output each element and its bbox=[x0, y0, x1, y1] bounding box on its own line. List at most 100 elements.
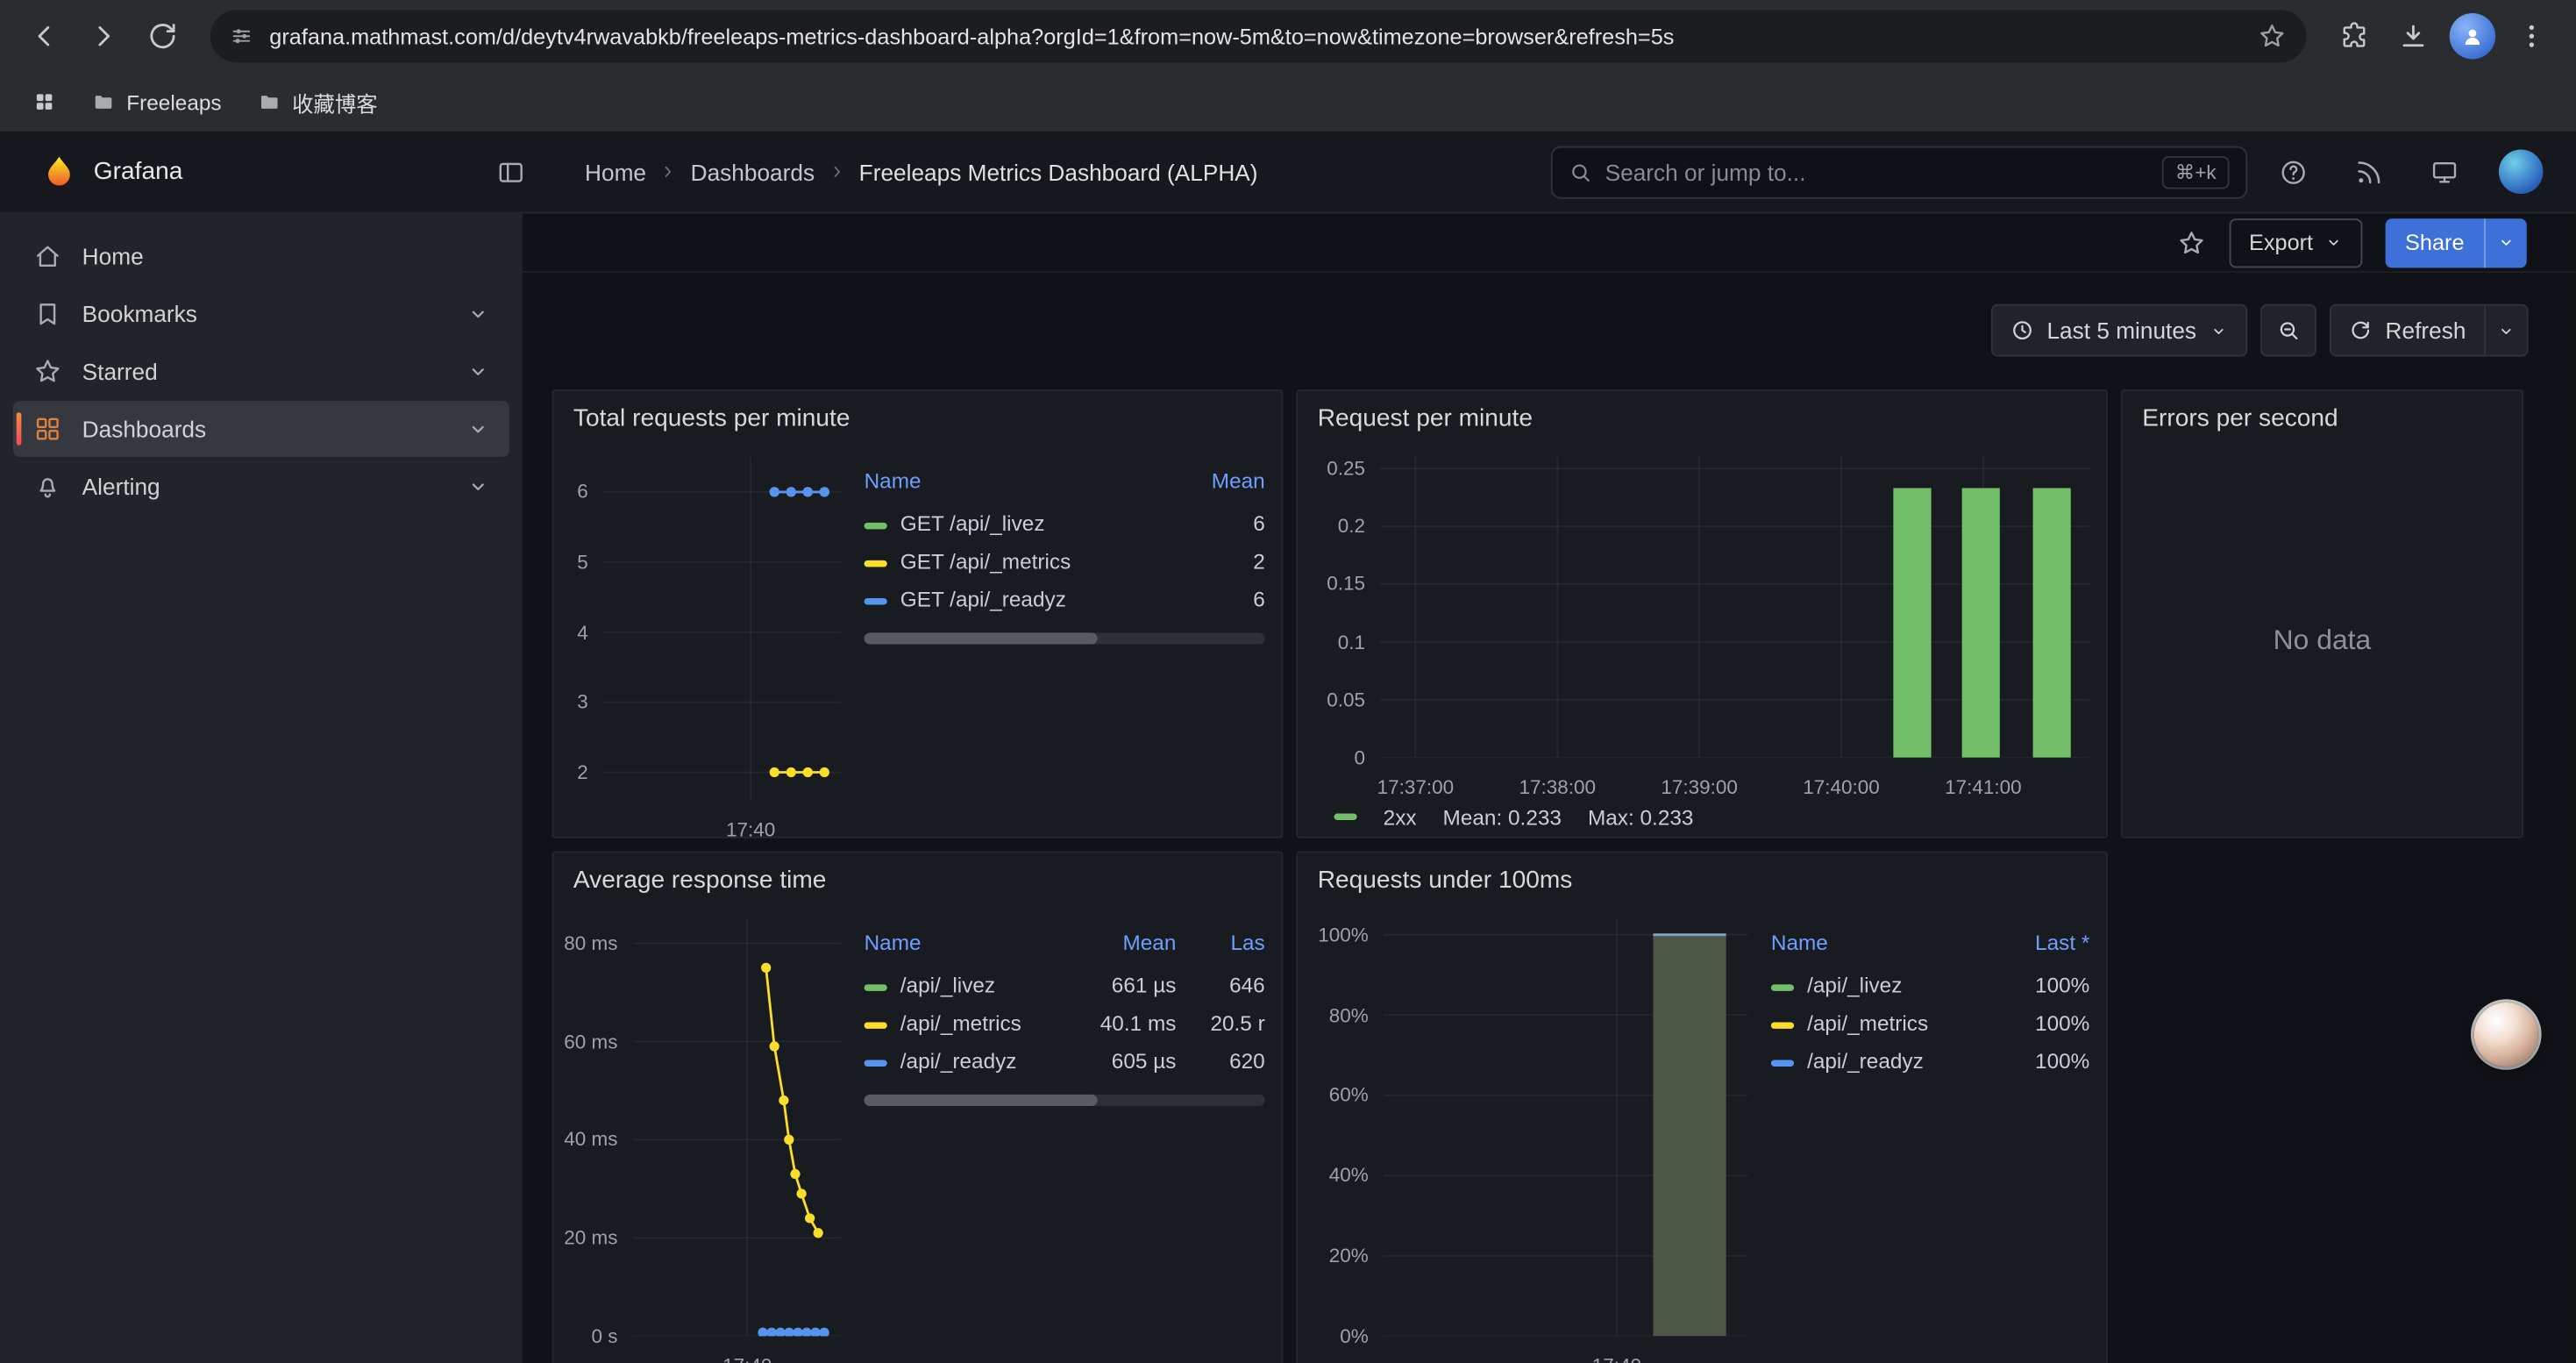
legend-row[interactable]: /api/_readyz100% bbox=[1771, 1042, 2089, 1080]
export-button[interactable]: Export bbox=[2229, 218, 2362, 267]
site-settings-icon[interactable] bbox=[230, 25, 253, 47]
export-label: Export bbox=[2249, 230, 2313, 254]
share-button[interactable]: Share bbox=[2386, 218, 2527, 267]
search-icon bbox=[1569, 161, 1591, 183]
downloads-button[interactable] bbox=[2386, 8, 2442, 64]
search-box[interactable]: ⌘+k bbox=[1551, 146, 2247, 198]
share-label[interactable]: Share bbox=[2386, 218, 2484, 267]
bookmark-folder-blogs[interactable]: 收藏博客 bbox=[245, 80, 391, 125]
grafana-brand: Grafana bbox=[26, 153, 568, 189]
bookmark-folder-freeleaps[interactable]: Freeleaps bbox=[79, 83, 235, 121]
refresh-button[interactable]: Refresh bbox=[2330, 304, 2529, 357]
y-axis-tick-label: 0.1 bbox=[1338, 631, 1365, 653]
browser-menu-button[interactable] bbox=[2504, 8, 2560, 64]
y-axis: 100%80%60%40%20%0% bbox=[1298, 918, 1383, 1344]
panel-title[interactable]: Errors per second bbox=[2123, 391, 2522, 444]
panel-title[interactable]: Requests under 100ms bbox=[1298, 853, 2106, 905]
legend-column-header[interactable]: Name bbox=[865, 463, 1164, 504]
bookmark-label: 收藏博客 bbox=[292, 86, 377, 118]
help-button[interactable] bbox=[2264, 142, 2323, 201]
browser-toolbar: grafana.mathmast.com/d/deytv4rwavabkb/fr… bbox=[0, 0, 2576, 72]
legend-column-header[interactable]: Mean bbox=[1163, 463, 1265, 504]
legend-column-header[interactable]: Las bbox=[1176, 925, 1264, 967]
back-button[interactable] bbox=[17, 8, 73, 64]
share-menu-caret[interactable] bbox=[2484, 218, 2527, 267]
sidebar-item-bookmarks[interactable]: Bookmarks bbox=[13, 286, 509, 342]
plot-area bbox=[1380, 457, 2089, 766]
folder-icon bbox=[258, 90, 281, 113]
browser-window: grafana.mathmast.com/d/deytv4rwavabkb/fr… bbox=[0, 0, 2576, 1363]
legend-row[interactable]: GET /api/_readyz6 bbox=[865, 580, 1265, 617]
profile-button[interactable] bbox=[2444, 8, 2501, 64]
clock-icon bbox=[2010, 318, 2033, 341]
time-controls: Last 5 minutes Refresh bbox=[523, 273, 2576, 388]
zoom-out-time-button[interactable] bbox=[2260, 304, 2316, 357]
grafana-header: Grafana Home Dashboards Freeleaps Metric… bbox=[0, 132, 2576, 214]
refresh-interval-caret[interactable] bbox=[2484, 306, 2527, 355]
legend-mean: Mean: 0.233 bbox=[1443, 804, 1562, 829]
time-range-label: Last 5 minutes bbox=[2046, 318, 2196, 344]
floating-avatar[interactable] bbox=[2474, 1003, 2538, 1067]
x-axis-tick-label: 17:40 bbox=[726, 818, 775, 838]
scrollbar-thumb[interactable] bbox=[865, 1095, 1097, 1106]
legend-scrollbar[interactable] bbox=[865, 632, 1265, 644]
legend-column-header[interactable]: Last * bbox=[1990, 925, 2089, 967]
x-axis-tick-label: 17:40 bbox=[722, 1354, 772, 1363]
panel-title[interactable]: Average response time bbox=[553, 853, 1281, 905]
news-button[interactable] bbox=[2339, 142, 2398, 201]
sidebar-item-home[interactable]: Home bbox=[13, 228, 509, 284]
panel-title[interactable]: Total requests per minute bbox=[553, 391, 1281, 444]
forward-button[interactable] bbox=[75, 8, 132, 64]
reload-button[interactable] bbox=[135, 8, 191, 64]
favorite-dashboard-button[interactable] bbox=[2177, 228, 2207, 258]
legend-row[interactable]: GET /api/_livez6 bbox=[865, 504, 1265, 542]
panel-total-requests-per-minute: Total requests per minute 65432 17:40 Na… bbox=[552, 389, 1284, 838]
user-profile-button[interactable] bbox=[2491, 142, 2550, 201]
legend-table: NameMeanGET /api/_livez6GET /api/_metric… bbox=[865, 463, 1265, 617]
sidebar-item-dashboards[interactable]: Dashboards bbox=[13, 401, 509, 457]
brand-name[interactable]: Grafana bbox=[94, 158, 183, 186]
chevron-down-icon[interactable] bbox=[466, 417, 489, 440]
extensions-button[interactable] bbox=[2326, 8, 2382, 64]
apps-shortcut-button[interactable] bbox=[19, 77, 68, 126]
url-bar[interactable]: grafana.mathmast.com/d/deytv4rwavabkb/fr… bbox=[210, 10, 2307, 62]
time-range-picker[interactable]: Last 5 minutes bbox=[1991, 304, 2247, 357]
nav-sidebar: Home Bookmarks Starred Dashboards Alerti… bbox=[0, 214, 523, 1363]
bookmark-star-icon[interactable] bbox=[2257, 21, 2287, 51]
x-axis-tick-label: 17:37:00 bbox=[1377, 775, 1455, 798]
legend-row[interactable]: /api/_metrics100% bbox=[1771, 1004, 2089, 1042]
legend-scrollbar[interactable] bbox=[865, 1095, 1265, 1106]
breadcrumb-home[interactable]: Home bbox=[585, 159, 646, 185]
legend-table: NameMeanLas/api/_livez661 µs646/api/_met… bbox=[865, 925, 1265, 1080]
legend-column-header[interactable]: Mean bbox=[1061, 925, 1177, 967]
legend-row[interactable]: /api/_readyz605 µs620 bbox=[865, 1042, 1265, 1080]
search-input[interactable] bbox=[1605, 159, 2149, 185]
scrollbar-thumb[interactable] bbox=[865, 632, 1097, 644]
dashboard-toolbar: Export Share bbox=[523, 214, 2576, 273]
sidebar-item-alerting[interactable]: Alerting bbox=[13, 459, 509, 515]
legend-row[interactable]: /api/_livez100% bbox=[1771, 967, 2089, 1004]
legend-row[interactable]: /api/_metrics40.1 ms20.5 r bbox=[865, 1004, 1265, 1042]
panel-title[interactable]: Request per minute bbox=[1298, 391, 2106, 444]
sidebar-item-starred[interactable]: Starred bbox=[13, 344, 509, 400]
grafana-logo[interactable] bbox=[41, 153, 77, 189]
kiosk-mode-button[interactable] bbox=[2415, 142, 2473, 201]
y-axis-tick-label: 0 s bbox=[592, 1324, 618, 1347]
legend-column-header[interactable]: Name bbox=[865, 925, 1061, 967]
breadcrumb-dashboards[interactable]: Dashboards bbox=[691, 159, 815, 185]
chevron-down-icon bbox=[2497, 233, 2516, 252]
url-text[interactable]: grafana.mathmast.com/d/deytv4rwavabkb/fr… bbox=[269, 24, 2240, 48]
folder-icon bbox=[92, 90, 115, 113]
legend-row[interactable]: /api/_livez661 µs646 bbox=[865, 967, 1265, 1004]
chevron-down-icon[interactable] bbox=[466, 303, 489, 325]
mega-menu-toggle[interactable] bbox=[496, 157, 526, 187]
legend-table-container: NameMeanLas/api/_livez661 µs646/api/_met… bbox=[865, 925, 1265, 1080]
chevron-down-icon[interactable] bbox=[466, 360, 489, 382]
y-axis-tick-label: 20% bbox=[1329, 1245, 1369, 1267]
chevron-down-icon[interactable] bbox=[466, 475, 489, 497]
legend-row[interactable]: GET /api/_metrics2 bbox=[865, 542, 1265, 580]
legend-column-header[interactable]: Name bbox=[1771, 925, 1990, 967]
refresh-main[interactable]: Refresh bbox=[2331, 306, 2484, 355]
no-data-message: No data bbox=[2123, 444, 2522, 837]
legend-series[interactable]: 2xx bbox=[1334, 804, 1416, 829]
